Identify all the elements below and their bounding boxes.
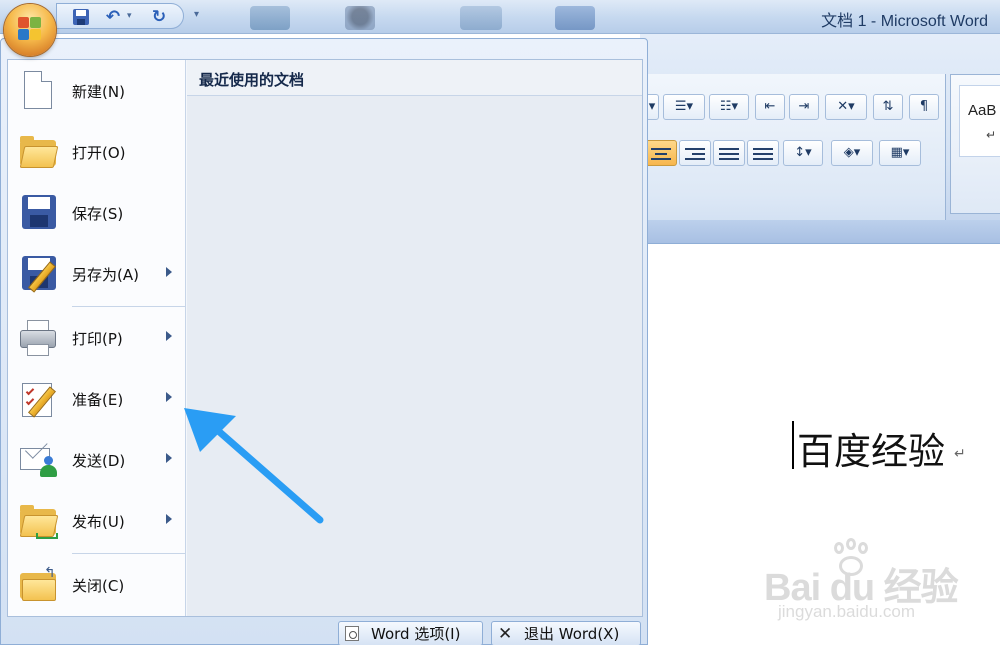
chinese-layout-icon[interactable]: ✕▾: [825, 94, 867, 120]
submenu-arrow-icon: [166, 392, 172, 402]
exit-word-button[interactable]: ✕ 退出 Word(X): [491, 621, 641, 645]
menu-item-save-as[interactable]: 另存为(A): [8, 245, 186, 303]
submenu-arrow-icon: [166, 331, 172, 341]
recent-documents-title: 最近使用的文档: [199, 71, 305, 89]
menu-item-save[interactable]: 保存(S): [8, 184, 186, 242]
word-options-button[interactable]: Word 选项(I): [338, 621, 483, 645]
menu-item-label: 准备(E): [72, 391, 124, 409]
send-icon: [18, 440, 58, 480]
close-folder-icon: ↰: [18, 565, 58, 605]
numbering-icon[interactable]: ☰▾: [663, 94, 705, 120]
save-as-icon: [18, 254, 58, 294]
prepare-checklist-icon: [18, 379, 58, 419]
undo-dropdown-icon[interactable]: ▾: [127, 11, 132, 21]
multilevel-list-icon[interactable]: ☷▾: [709, 94, 749, 120]
office-menu: 新建(N) 打开(O) 保存(S) 另存为(A) 打印(P) 准备(E) 发送(…: [0, 38, 648, 645]
baidu-watermark: Bai du 经验 jingyan.baidu.com: [758, 538, 998, 630]
exit-icon: ✕: [498, 624, 513, 644]
watermark-url: jingyan.baidu.com: [778, 602, 916, 621]
menu-separator: [72, 306, 186, 307]
exit-word-label: 退出 Word(X): [524, 625, 620, 643]
menu-item-label: 打开(O): [72, 144, 126, 162]
menu-item-label: 发送(D): [72, 452, 126, 470]
justify-icon[interactable]: [713, 140, 745, 166]
office-logo-icon: [18, 17, 42, 41]
menu-item-print[interactable]: 打印(P): [8, 309, 186, 367]
quick-access-toolbar: ↶ ▾ ↻: [56, 3, 184, 29]
options-icon: [345, 626, 359, 641]
line-spacing-icon[interactable]: ↕▾: [783, 140, 823, 166]
open-folder-icon: [18, 132, 59, 172]
recent-documents-header: 最近使用的文档: [187, 60, 642, 96]
publish-folder-icon: [18, 501, 59, 541]
style-preview[interactable]: AaB ↵: [959, 85, 1000, 157]
borders-icon[interactable]: ▦▾: [879, 140, 921, 166]
menu-item-label: 关闭(C): [72, 577, 125, 595]
office-menu-body: 新建(N) 打开(O) 保存(S) 另存为(A) 打印(P) 准备(E) 发送(…: [7, 59, 643, 617]
window-title: 文档 1 - Microsoft Word: [821, 13, 988, 30]
recent-documents-pane: 最近使用的文档: [187, 60, 642, 616]
sort-icon[interactable]: ⇅: [873, 94, 903, 120]
text-cursor: [792, 421, 794, 469]
word-options-label: Word 选项(I): [371, 625, 461, 643]
submenu-arrow-icon: [166, 267, 172, 277]
menu-item-label: 新建(N): [72, 83, 125, 101]
shading-icon[interactable]: ◈▾: [831, 140, 873, 166]
save-icon[interactable]: [71, 7, 91, 27]
ribbon: ▾ ☰▾ ☷▾ ⇤ ⇥ ✕▾ ⇅ ¶ ↕▾ ◈▾ ▦▾ 段落 ↘: [640, 34, 1000, 251]
paragraph-mark: ↵: [954, 446, 966, 462]
background-blur: [345, 6, 375, 30]
menu-separator: [72, 553, 186, 554]
document-text[interactable]: 百度经验: [797, 421, 945, 475]
menu-item-close[interactable]: ↰ 关闭(C): [8, 556, 186, 614]
menu-item-label: 保存(S): [72, 205, 124, 223]
menu-item-label: 发布(U): [72, 513, 125, 531]
office-button[interactable]: [4, 4, 56, 56]
distributed-align-icon[interactable]: [747, 140, 779, 166]
command-list: 新建(N) 打开(O) 保存(S) 另存为(A) 打印(P) 准备(E) 发送(…: [8, 60, 186, 616]
menu-item-publish[interactable]: 发布(U): [8, 492, 186, 550]
show-marks-icon[interactable]: ¶: [909, 94, 939, 120]
title-bar: ↶ ▾ ↻ ▾ 文档 1 - Microsoft Word: [0, 0, 1000, 34]
menu-item-send[interactable]: 发送(D): [8, 431, 186, 489]
save-disk-icon: [18, 193, 58, 233]
menu-item-label: 另存为(A): [72, 266, 139, 284]
menu-item-open[interactable]: 打开(O): [8, 123, 186, 181]
document-page[interactable]: 百度经验 ↵ Bai du 经验 jingyan.baidu.com: [640, 244, 1000, 645]
decrease-indent-icon[interactable]: ⇤: [755, 94, 785, 120]
printer-icon: [18, 318, 58, 358]
align-center-icon[interactable]: [645, 140, 677, 166]
menu-item-label: 打印(P): [72, 330, 123, 348]
redo-icon[interactable]: ↻: [149, 7, 169, 27]
menu-item-new[interactable]: 新建(N): [8, 62, 186, 120]
increase-indent-icon[interactable]: ⇥: [789, 94, 819, 120]
submenu-arrow-icon: [166, 514, 172, 524]
style-paragraph-mark: ↵: [986, 128, 997, 142]
submenu-arrow-icon: [166, 453, 172, 463]
menu-item-prepare[interactable]: 准备(E): [8, 370, 186, 428]
office-menu-footer: Word 选项(I) ✕ 退出 Word(X): [1, 619, 647, 645]
background-blur: [460, 6, 502, 30]
styles-gallery[interactable]: AaB ↵: [950, 74, 1000, 214]
background-blur: [555, 6, 595, 30]
style-sample-text: AaB: [968, 102, 997, 119]
align-right-icon[interactable]: [679, 140, 711, 166]
customize-arrow-icon[interactable]: ▾: [194, 9, 199, 20]
ruler-bar: [640, 220, 1000, 244]
new-document-icon: [18, 71, 58, 111]
undo-icon[interactable]: ↶: [103, 7, 123, 27]
background-blur: [250, 6, 290, 30]
